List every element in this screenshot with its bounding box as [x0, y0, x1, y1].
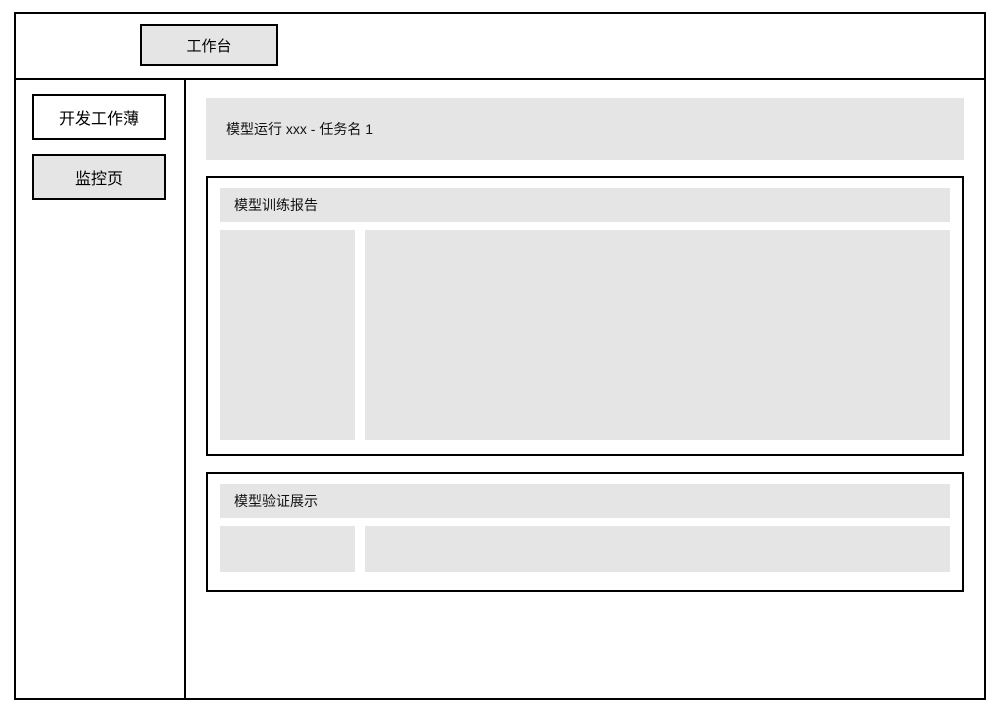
training-placeholder-right: [365, 230, 950, 440]
panel-validation-header: 模型验证展示: [220, 484, 950, 518]
page-title-banner: 模型运行 xxx - 任务名 1: [206, 98, 964, 160]
sidebar: 开发工作薄 监控页: [16, 80, 186, 698]
validation-placeholder-left: [220, 526, 355, 572]
app-frame: 工作台 开发工作薄 监控页 模型运行 xxx - 任务名 1 模型训练报告 模型…: [14, 12, 986, 700]
panel-training-report: 模型训练报告: [206, 176, 964, 456]
tab-workbench[interactable]: 工作台: [140, 24, 278, 66]
panel-training-report-body: [220, 230, 950, 442]
panel-validation: 模型验证展示: [206, 472, 964, 592]
sidebar-item-monitor[interactable]: 监控页: [32, 154, 166, 200]
validation-placeholder-right: [365, 526, 950, 572]
main-area: 模型运行 xxx - 任务名 1 模型训练报告 模型验证展示: [186, 80, 984, 698]
panel-training-report-header: 模型训练报告: [220, 188, 950, 222]
top-bar: 工作台: [16, 14, 984, 80]
panel-validation-body: [220, 526, 950, 578]
training-placeholder-left: [220, 230, 355, 440]
sidebar-item-dev-workbook[interactable]: 开发工作薄: [32, 94, 166, 140]
lower-region: 开发工作薄 监控页 模型运行 xxx - 任务名 1 模型训练报告 模型验证展示: [16, 80, 984, 698]
